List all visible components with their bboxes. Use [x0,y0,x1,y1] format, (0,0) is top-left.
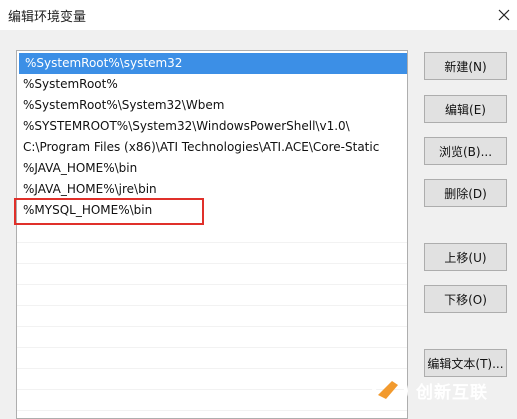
path-list[interactable]: %SystemRoot%\system32 %SystemRoot% %Syst… [16,50,408,419]
watermark: 创新互联 [368,362,517,419]
move-down-button[interactable]: 下移(O) [424,285,507,313]
watermark-text: 创新互联 [416,383,488,403]
close-icon [498,9,510,21]
watermark-logo-icon [372,372,408,409]
new-button[interactable]: 新建(N) [424,52,507,80]
window-title: 编辑环境变量 [8,10,87,25]
annotation-highlight-box [14,198,204,225]
close-button[interactable] [491,0,517,30]
edit-button[interactable]: 编辑(E) [424,95,507,123]
title-bar: 编辑环境变量 [0,0,517,30]
empty-row-lines [17,242,407,411]
browse-button[interactable]: 浏览(B)... [424,137,507,165]
delete-button[interactable]: 删除(D) [424,179,507,207]
move-up-button[interactable]: 上移(U) [424,243,507,271]
